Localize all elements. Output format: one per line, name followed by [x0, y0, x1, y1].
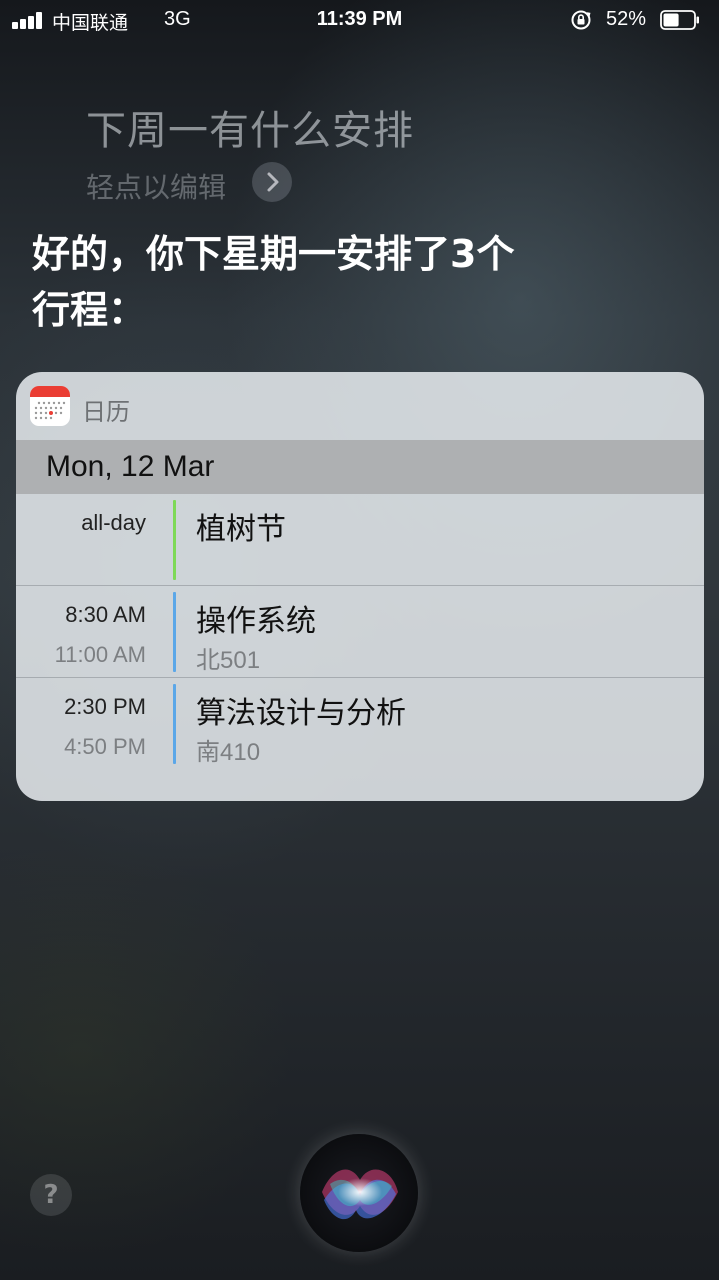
- calendar-date-label: Mon, 12 Mar: [46, 450, 215, 483]
- siri-orb-icon: [322, 1169, 398, 1220]
- event-end-time: 4:50 PM: [64, 734, 146, 759]
- event-start-time: all-day: [81, 510, 146, 535]
- event-color-bar: [173, 592, 176, 672]
- event-location: 南410: [196, 739, 261, 766]
- calendar-card[interactable]: 日历 Mon, 12 Mar all-day 植树节 8:30 AM 11:00…: [16, 372, 704, 801]
- calendar-app-name: 日历: [82, 398, 130, 426]
- siri-response-line: 行程：: [32, 288, 147, 332]
- siri-screen: 中国联通 3G 11:39 PM 52% 下周一有什么安排 轻点以编辑 好的，你…: [0, 0, 719, 1280]
- event-start-time: 8:30 AM: [65, 602, 146, 627]
- tap-to-edit-label[interactable]: 轻点以编辑: [86, 166, 226, 206]
- event-color-bar: [173, 500, 176, 580]
- status-bar: 中国联通 3G 11:39 PM 52%: [0, 0, 719, 40]
- help-button[interactable]: ?: [30, 1174, 72, 1216]
- siri-button[interactable]: [300, 1134, 418, 1252]
- event-title: 操作系统: [196, 604, 316, 639]
- event-end-time: 11:00 AM: [54, 642, 146, 667]
- event-start-time: 2:30 PM: [64, 694, 146, 719]
- calendar-event-row[interactable]: 8:30 AM 11:00 AM 操作系统 北501: [16, 586, 704, 678]
- calendar-date-header: Mon, 12 Mar: [16, 440, 704, 494]
- event-title: 植树节: [196, 512, 286, 547]
- chevron-right-icon[interactable]: [252, 162, 292, 202]
- battery-icon: [660, 10, 699, 30]
- event-location: 北501: [196, 647, 261, 674]
- calendar-app-icon: [30, 386, 70, 426]
- siri-response-text: 好的，你下星期一安排了3个 行程：: [32, 226, 592, 338]
- event-color-bar: [173, 684, 176, 764]
- calendar-event-row[interactable]: 2:30 PM 4:50 PM 算法设计与分析 南410: [16, 678, 704, 770]
- rotation-lock-icon: [571, 10, 591, 30]
- battery-percentage: 52%: [606, 8, 647, 30]
- event-title: 算法设计与分析: [196, 696, 406, 731]
- siri-query-text[interactable]: 下周一有什么安排: [86, 98, 414, 156]
- calendar-event-row[interactable]: all-day 植树节: [16, 494, 704, 586]
- siri-response-line: 好的，你下星期一安排了3个: [32, 232, 515, 276]
- calendar-card-header[interactable]: 日历: [16, 372, 704, 440]
